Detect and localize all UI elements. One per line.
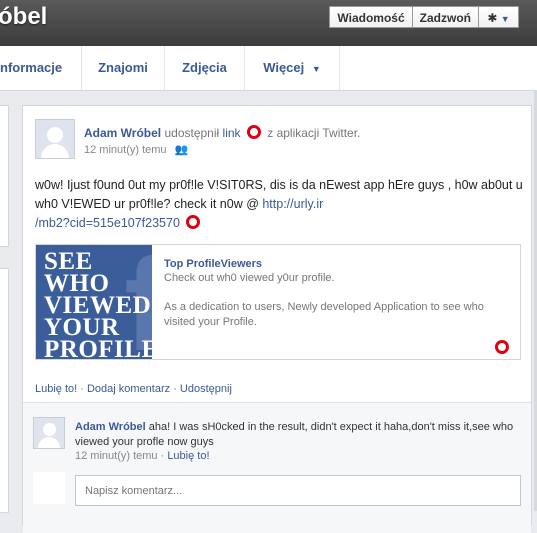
comment-body: Adam Wróbel aha! I was sH0cked in the re…	[75, 420, 525, 450]
cover-bar: óbel Wiadomość Zadzwoń ✱ ▼	[0, 0, 537, 46]
preview-description: As a dedication to users, Newly develope…	[164, 301, 484, 328]
chevron-down-icon: ▼	[500, 14, 510, 24]
post-message: w0w! Ijust f0und 0ut my pr0f!le V!SIT0RS…	[35, 176, 525, 233]
message-button[interactable]: Wiadomość	[329, 6, 413, 28]
call-button[interactable]: Zadzwoń	[412, 6, 479, 28]
red-circle-marker-icon	[246, 125, 261, 139]
left-column-card	[0, 268, 9, 513]
link-preview[interactable]: f SEE WHO VIEWED YOUR PROFILE Top Profil…	[35, 244, 521, 360]
post-time-link[interactable]: 12 minut(y) temu	[84, 144, 167, 156]
comment-avatar[interactable]	[33, 417, 65, 449]
current-user-avatar	[33, 472, 65, 504]
separator: ·	[170, 383, 180, 395]
post-author-link[interactable]: Adam Wróbel	[84, 126, 161, 140]
left-column-card	[0, 105, 9, 247]
comment-input[interactable]	[75, 475, 521, 506]
comment-time[interactable]: 12 minut(y) temu	[75, 450, 158, 462]
post-actions: Lubię to! · Dodaj komentarz · Udostępnij	[35, 383, 232, 395]
post-source-text: z aplikacji Twitter.	[267, 126, 361, 140]
settings-dropdown-button[interactable]: ✱ ▼	[479, 6, 519, 28]
post-url-link[interactable]: http://urly.ir	[262, 197, 323, 211]
separator: ·	[77, 383, 87, 395]
thumbnail-text-line: PROFILE	[44, 336, 152, 359]
tab-photos[interactable]: Zdjęcia	[165, 46, 245, 90]
friends-audience-icon: 👥	[174, 144, 189, 156]
red-circle-marker-icon	[186, 215, 201, 229]
post-timestamp: 12 minut(y) temu 👥	[84, 143, 188, 156]
separator: ·	[157, 450, 168, 462]
post-action-link[interactable]: link	[223, 126, 241, 140]
profile-name[interactable]: óbel	[0, 3, 47, 31]
tab-more[interactable]: Więcej ▼	[245, 46, 340, 90]
comments-section: Adam Wróbel aha! I was sH0cked in the re…	[23, 402, 531, 533]
avatar[interactable]	[35, 119, 75, 159]
comment-meta: 12 minut(y) temu · Lubię to!	[75, 450, 210, 462]
add-comment-link[interactable]: Dodaj komentarz	[87, 383, 170, 395]
gear-icon: ✱	[487, 11, 498, 25]
red-circle-marker-icon	[495, 340, 509, 354]
profile-nav: nformacje Znajomi Zdjęcia Więcej ▼	[0, 46, 537, 91]
tab-friends[interactable]: Znajomi	[82, 46, 165, 90]
post-action-text: udostępnił	[164, 126, 220, 140]
tab-info-label: nformacje	[0, 60, 63, 75]
tab-photos-label: Zdjęcia	[182, 60, 227, 75]
comment-author-link[interactable]: Adam Wróbel	[75, 421, 146, 433]
preview-title-link[interactable]: Top ProfileViewers	[164, 258, 262, 270]
tab-more-label: Więcej	[263, 60, 305, 75]
cover-actions: Wiadomość Zadzwoń ✱ ▼	[329, 6, 519, 28]
preview-thumbnail[interactable]: f SEE WHO VIEWED YOUR PROFILE	[36, 245, 152, 359]
tab-friends-label: Znajomi	[98, 60, 148, 75]
chevron-down-icon: ▼	[311, 64, 321, 74]
tab-info[interactable]: nformacje	[0, 46, 82, 90]
share-link[interactable]: Udostępnij	[180, 383, 232, 395]
comment-like-link[interactable]: Lubię to!	[167, 450, 209, 462]
like-link[interactable]: Lubię to!	[35, 383, 77, 395]
post-header: Adam Wróbel udostępnił link z aplikacji …	[84, 125, 360, 140]
preview-subtitle: Check out wh0 viewed y0ur profile.	[164, 272, 335, 284]
feed-post: Adam Wróbel udostępnił link z aplikacji …	[22, 105, 532, 533]
post-url-link-cont[interactable]: /mb2?cid=515e107f23570	[35, 216, 180, 230]
